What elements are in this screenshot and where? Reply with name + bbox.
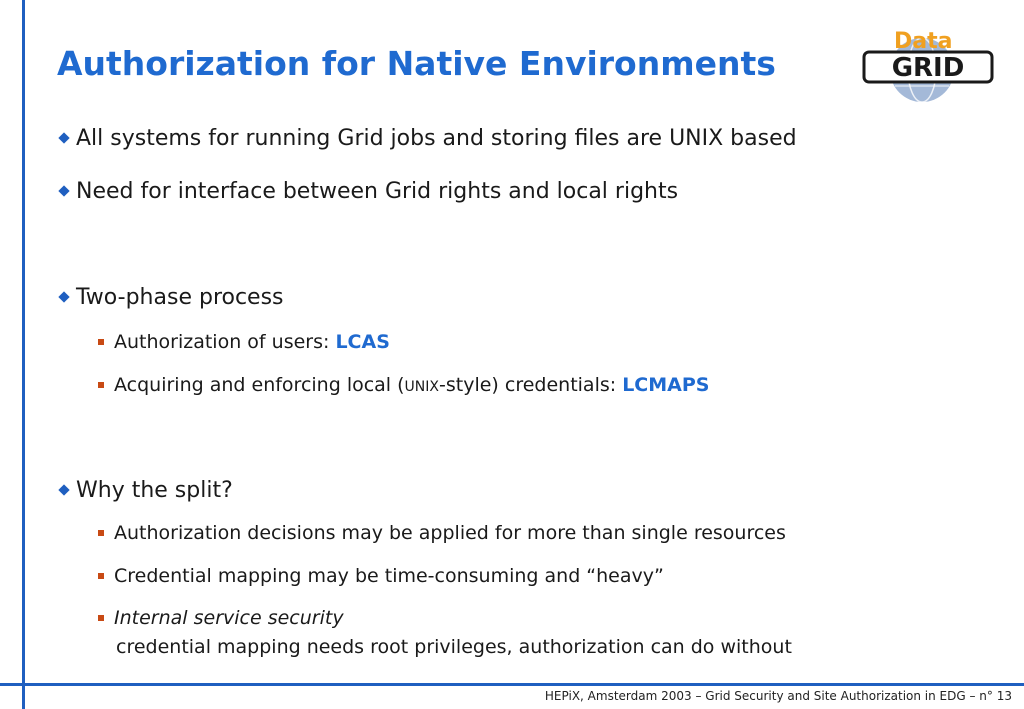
bottom-horizontal-rule — [0, 683, 1024, 686]
unix-small-caps: UNIX — [404, 379, 439, 395]
logo-word-grid: GRID — [892, 53, 965, 83]
bullet-text: All systems for running Grid jobs and st… — [76, 126, 797, 151]
left-vertical-rule — [22, 0, 25, 709]
diamond-bullet-icon — [58, 185, 70, 197]
bullet-text: Need for interface between Grid rights a… — [76, 179, 679, 204]
diamond-bullet-icon — [58, 484, 70, 496]
subbullet-internal-security: Internal service security — [98, 607, 344, 629]
subbullet-text: Authorization of users: — [114, 331, 336, 353]
subbullet-lcas: Authorization of users: LCAS — [98, 331, 390, 353]
subbullet-text-mid: -style) credentials: — [439, 374, 623, 396]
slide-title: Authorization for Native Environments — [57, 44, 776, 83]
diamond-bullet-icon — [58, 291, 70, 303]
subbullet-text: Credential mapping may be time-consuming… — [114, 565, 664, 587]
subbullet-auth-decisions: Authorization decisions may be applied f… — [98, 522, 786, 544]
bullet-unix-systems: All systems for running Grid jobs and st… — [58, 126, 797, 151]
bullet-why-split: Why the split? — [58, 478, 233, 503]
bullet-two-phase: Two-phase process — [58, 285, 284, 310]
square-bullet-icon — [98, 573, 104, 579]
square-bullet-icon — [98, 382, 104, 388]
subbullet-italic-text: Internal service security — [114, 607, 344, 629]
subbullet-lcmaps: Acquiring and enforcing local (UNIX-styl… — [98, 374, 709, 396]
datagrid-logo-icon: Data GRID — [862, 29, 994, 103]
bullet-text: Why the split? — [76, 478, 233, 503]
diamond-bullet-icon — [58, 132, 70, 144]
subbullet-credential-mapping: Credential mapping may be time-consuming… — [98, 565, 664, 587]
logo-word-data: Data — [894, 29, 952, 54]
subbullet-continuation: credential mapping needs root privileges… — [116, 636, 792, 658]
square-bullet-icon — [98, 615, 104, 621]
square-bullet-icon — [98, 339, 104, 345]
lcas-highlight: LCAS — [335, 331, 390, 353]
subbullet-text: Authorization decisions may be applied f… — [114, 522, 786, 544]
slide-footer: HEPiX, Amsterdam 2003 – Grid Security an… — [544, 689, 1012, 703]
lcmaps-highlight: LCMAPS — [622, 374, 710, 396]
bullet-text: Two-phase process — [76, 285, 284, 310]
subbullet-text: Acquiring and enforcing local ( — [114, 374, 405, 396]
square-bullet-icon — [98, 530, 104, 536]
bullet-interface-need: Need for interface between Grid rights a… — [58, 179, 679, 204]
